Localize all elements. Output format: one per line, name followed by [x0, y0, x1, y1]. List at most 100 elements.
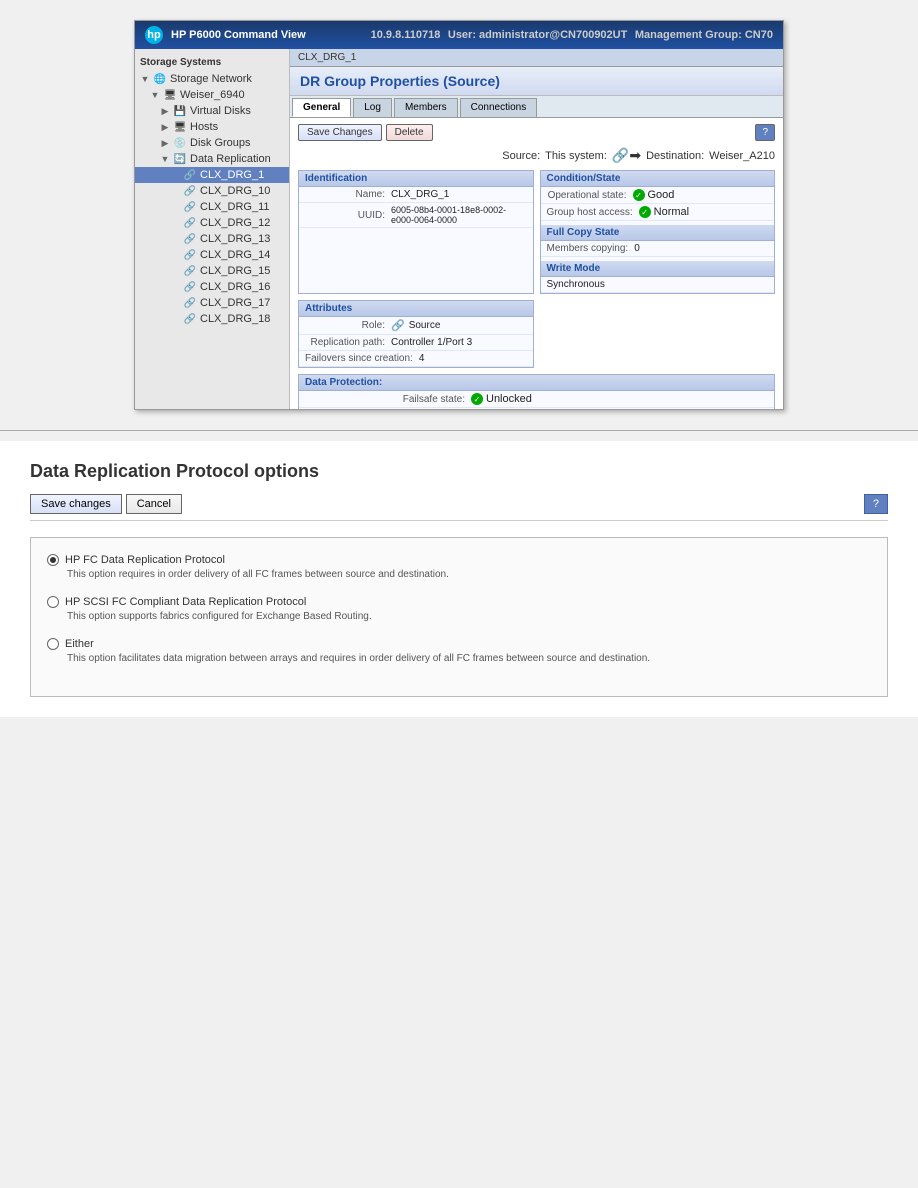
sidebar-item-clx-drg-16[interactable]: 🔗 CLX_DRG_16	[135, 279, 289, 295]
role-label: Role:	[305, 320, 385, 331]
expander-icon: ▼	[160, 154, 170, 164]
sidebar-item-clx-drg-1[interactable]: 🔗 CLX_DRG_1	[135, 167, 289, 183]
attributes-section: Attributes Role: 🔗 Source Replication pa…	[298, 300, 534, 368]
delete-button[interactable]: Delete	[386, 124, 433, 141]
hp-fc-description: This option requires in order delivery o…	[47, 568, 871, 582]
members-copying-row: Members copying: 0	[541, 241, 775, 257]
sidebar-item-clx-drg-10[interactable]: 🔗 CLX_DRG_10	[135, 183, 289, 199]
drg-icon: 🔗	[183, 313, 197, 325]
drg-icon: 🔗	[183, 217, 197, 229]
sidebar-header: Storage Systems	[135, 54, 289, 71]
attributes-title: Attributes	[299, 301, 533, 317]
operational-row: Operational state: ✓ Good	[541, 187, 775, 204]
either-description: This option facilitates data migration b…	[47, 652, 871, 666]
role-row: Role: 🔗 Source	[299, 317, 533, 335]
expander-icon: ▼	[150, 90, 160, 100]
sidebar: Storage Systems ▼ 🌐 Storage Network ▼ 🖥 …	[135, 49, 290, 409]
this-system-label: This system:	[545, 150, 607, 162]
panel-header: DR Group Properties (Source)	[290, 67, 783, 96]
content-area: Save Changes Delete ? Source: This syste…	[290, 118, 783, 409]
hp-scsi-label: HP SCSI FC Compliant Data Replication Pr…	[65, 596, 306, 608]
host-icon: 🖥	[173, 121, 187, 133]
protocol-options-box: HP FC Data Replication Protocol This opt…	[30, 537, 888, 697]
tab-general[interactable]: General	[292, 98, 351, 117]
unlocked-icon: ✓	[471, 393, 483, 405]
hp-fc-radio[interactable]	[47, 554, 59, 566]
network-icon: 🌐	[153, 73, 167, 85]
either-radio[interactable]	[47, 638, 59, 650]
section-divider	[0, 430, 918, 431]
tab-bar: General Log Members Connections	[290, 96, 783, 118]
destination-value: Weiser_A210	[709, 150, 775, 162]
protocol-save-button[interactable]: Save changes	[30, 494, 122, 514]
protocol-option-either: Either This option facilitates data migr…	[47, 638, 871, 666]
identification-section: Identification Name: CLX_DRG_1 UUID: 600…	[298, 170, 534, 294]
uuid-row: UUID: 6005-08b4-0001-18e8-0002-e000-0064…	[299, 203, 533, 228]
sidebar-item-disk-groups[interactable]: ▶ 💿 Disk Groups	[135, 135, 289, 151]
name-label: Name:	[305, 189, 385, 200]
tab-connections[interactable]: Connections	[460, 98, 538, 117]
full-copy-title: Full Copy State	[541, 225, 775, 241]
hp-scsi-radio[interactable]	[47, 596, 59, 608]
sidebar-item-weiser[interactable]: ▼ 🖥 Weiser_6940	[135, 87, 289, 103]
sidebar-item-storage-network[interactable]: ▼ 🌐 Storage Network	[135, 71, 289, 87]
properties-grid: Identification Name: CLX_DRG_1 UUID: 600…	[298, 170, 775, 368]
server-icon: 🖥	[163, 89, 177, 101]
drg-icon: 🔗	[183, 201, 197, 213]
protocol-cancel-button[interactable]: Cancel	[126, 494, 182, 514]
main-content: CLX_DRG_1 DR Group Properties (Source) G…	[290, 49, 783, 409]
sidebar-item-clx-drg-18[interactable]: 🔗 CLX_DRG_18	[135, 311, 289, 327]
normal-status-icon: ✓	[639, 206, 651, 218]
disk-group-icon: 💿	[173, 137, 187, 149]
protocol-help-button[interactable]: ?	[864, 494, 888, 514]
failovers-row: Failovers since creation: 4	[299, 351, 533, 367]
action-toolbar: Save Changes Delete ?	[298, 124, 775, 141]
sidebar-item-clx-drg-11[interactable]: 🔗 CLX_DRG_11	[135, 199, 289, 215]
group-host-label: Group host access:	[547, 207, 633, 218]
help-button[interactable]: ?	[755, 124, 775, 141]
sidebar-item-clx-drg-14[interactable]: 🔗 CLX_DRG_14	[135, 247, 289, 263]
sidebar-item-clx-drg-12[interactable]: 🔗 CLX_DRG_12	[135, 215, 289, 231]
data-protection-section: Data Protection: Failsafe state: ✓ Unloc…	[298, 374, 775, 409]
sidebar-item-hosts[interactable]: ▶ 🖥 Hosts	[135, 119, 289, 135]
drg-icon: 🔗	[183, 249, 197, 261]
sidebar-item-clx-drg-13[interactable]: 🔗 CLX_DRG_13	[135, 231, 289, 247]
group-host-row: Group host access: ✓ Normal	[541, 204, 775, 221]
failovers-value: 4	[419, 353, 425, 364]
expander-icon: ▶	[160, 122, 170, 133]
sidebar-item-data-replication[interactable]: ▼ 🔄 Data Replication	[135, 151, 289, 167]
save-changes-button[interactable]: Save Changes	[298, 124, 382, 141]
failsafe-state-row: Failsafe state: ✓ Unlocked	[299, 391, 774, 408]
uuid-label: UUID:	[305, 210, 385, 221]
tab-members[interactable]: Members	[394, 98, 458, 117]
sidebar-item-virtual-disks[interactable]: ▶ 💾 Virtual Disks	[135, 103, 289, 119]
good-status-icon: ✓	[633, 189, 645, 201]
members-label: Members copying:	[547, 243, 629, 254]
tab-log[interactable]: Log	[353, 98, 392, 117]
condition-title: Condition/State	[541, 171, 775, 187]
operational-label: Operational state:	[547, 190, 627, 201]
sidebar-item-clx-drg-15[interactable]: 🔗 CLX_DRG_15	[135, 263, 289, 279]
link-icon: 🔗➡	[612, 147, 641, 164]
title-bar: hp HP P6000 Command View 10.9.8.110718 U…	[135, 21, 783, 49]
condition-state-section: Condition/State Operational state: ✓ Goo…	[540, 170, 776, 294]
expander-icon: ▶	[160, 138, 170, 149]
replication-path-label: Replication path:	[305, 337, 385, 348]
operational-value: ✓ Good	[633, 189, 675, 201]
name-row: Name: CLX_DRG_1	[299, 187, 533, 203]
hp-scsi-radio-row: HP SCSI FC Compliant Data Replication Pr…	[47, 596, 871, 608]
protocol-section: Data Replication Protocol options Save c…	[0, 441, 918, 717]
drg-icon: 🔗	[183, 281, 197, 293]
data-protection-title: Data Protection:	[299, 375, 774, 391]
identification-title: Identification	[299, 171, 533, 187]
drg-icon: 🔗	[183, 169, 197, 181]
group-host-value: ✓ Normal	[639, 206, 689, 218]
hp-fc-label: HP FC Data Replication Protocol	[65, 554, 225, 566]
either-radio-row: Either	[47, 638, 871, 650]
write-mode-title: Write Mode	[541, 261, 775, 277]
destination-label: Destination:	[646, 150, 704, 162]
role-icon: 🔗	[391, 319, 405, 332]
failovers-label: Failovers since creation:	[305, 353, 413, 364]
sidebar-item-clx-drg-17[interactable]: 🔗 CLX_DRG_17	[135, 295, 289, 311]
breadcrumb: CLX_DRG_1	[290, 49, 783, 67]
